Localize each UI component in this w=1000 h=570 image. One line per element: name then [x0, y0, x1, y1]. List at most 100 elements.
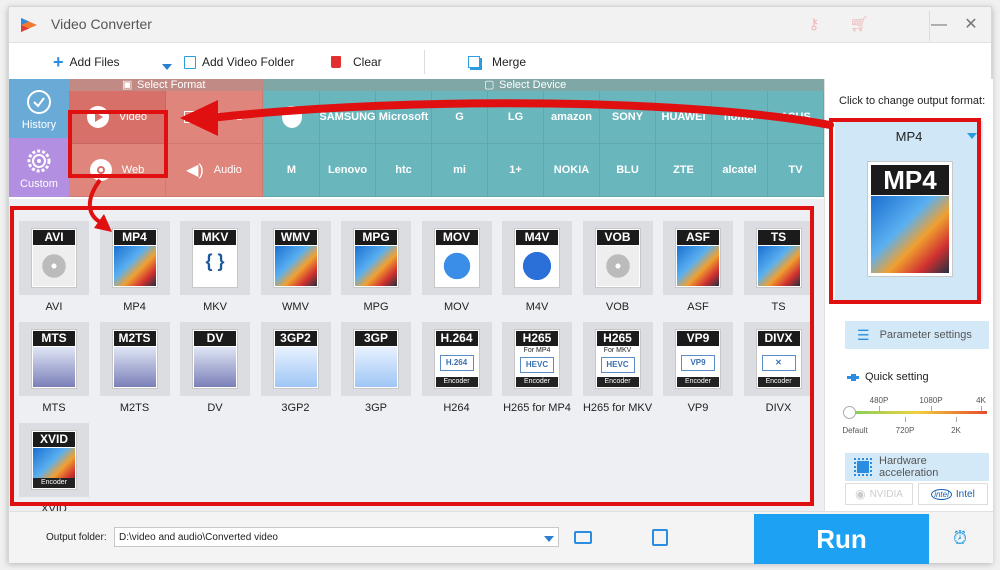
format-tab-audio[interactable]: ◀︎) Audio [166, 144, 263, 197]
history-clock-icon [27, 89, 51, 114]
chevron-down-icon[interactable] [967, 133, 977, 139]
format-item-3gp[interactable]: 3GP 3GP [341, 322, 411, 414]
format-item-wmv[interactable]: WMV WMV [260, 221, 331, 313]
device-huawei[interactable]: HUAWEI [656, 91, 712, 144]
output-folder-input[interactable] [114, 527, 559, 547]
device-lenovo[interactable]: Lenovo [320, 144, 376, 197]
mkv-format-icon: MKV{ } [192, 228, 238, 288]
mp4-format-icon: MP4 [111, 228, 158, 288]
codec-badge: H.264 [439, 355, 474, 371]
encoder-bar: Encoder [677, 377, 719, 387]
device-alcatel[interactable]: alcatel [712, 144, 768, 197]
play-icon [87, 106, 110, 128]
mts-format-icon: MTS [31, 329, 77, 389]
device-lg[interactable]: LG [488, 91, 544, 144]
close-button[interactable]: ✕ [959, 13, 983, 37]
device-htc[interactable]: htc [376, 144, 432, 197]
device-asus[interactable]: ASUS [768, 91, 824, 144]
select-format-area: ▣ Select Format Video 4K 4K/HD Web ◀︎) A… [69, 79, 264, 197]
merge-button[interactable]: Merge [468, 52, 526, 72]
format-subtitle: For MP4 [523, 347, 551, 354]
device-zte[interactable]: ZTE [656, 144, 712, 197]
format-tab-4k-hd[interactable]: 4K 4K/HD [166, 91, 263, 144]
format-item-m4v[interactable]: M4V M4V [502, 221, 572, 313]
format-item-m2ts[interactable]: M2TS M2TS [99, 322, 170, 414]
output-folder-dropdown-icon[interactable] [544, 536, 554, 542]
run-button[interactable]: Run [754, 514, 929, 564]
device-samsung[interactable]: SAMSUNG [319, 91, 376, 144]
device-xiaomi[interactable]: mi [432, 144, 488, 197]
nvidia-option[interactable]: ◉ NVIDIA [845, 483, 913, 505]
format-item-3gp2[interactable]: 3GP2 3GP2 [260, 322, 331, 414]
hardware-acceleration-button[interactable]: Hardware acceleration [845, 453, 989, 481]
open-folder-icon[interactable] [574, 531, 592, 544]
blu-logo: BLU [616, 164, 639, 176]
device-oneplus[interactable]: 1+ [488, 144, 544, 197]
format-item-mpg[interactable]: MPG MPG [341, 221, 411, 313]
amazon-logo: amazon [551, 111, 592, 123]
format-label: H264 [443, 402, 470, 414]
clear-button[interactable]: Clear [331, 52, 382, 72]
format-item-mkv[interactable]: MKV{ } MKV [180, 221, 250, 313]
app-window: Video Converter ⚷ 🛒︎ — ✕ + Add Files Add… [8, 6, 993, 564]
output-format-selector[interactable]: MP4 MP4 [835, 121, 983, 301]
format-item-mts[interactable]: MTS MTS [19, 322, 89, 414]
minimize-button[interactable]: — [927, 13, 951, 37]
format-item-ts[interactable]: TS TS [743, 221, 814, 313]
format-tab-video[interactable]: Video [69, 91, 166, 144]
format-tag: XVID [33, 432, 75, 447]
custom-tab[interactable]: Custom [9, 138, 69, 197]
device-microsoft[interactable]: Microsoft [376, 91, 432, 144]
video-folder-icon[interactable] [652, 529, 668, 546]
device-google[interactable]: G [432, 91, 488, 144]
add-video-folder-button[interactable]: Add Video Folder [184, 52, 295, 72]
intel-option[interactable]: intel Intel [918, 483, 988, 505]
alarm-clock-icon[interactable]: ⏰︎ [949, 527, 971, 549]
cart-icon[interactable]: 🛒︎ [849, 15, 869, 35]
format-tag: H265 [596, 331, 639, 346]
quality-slider-knob[interactable] [843, 406, 856, 419]
history-tab[interactable]: History [9, 79, 69, 138]
key-icon[interactable]: ⚷ [804, 15, 824, 35]
tick-mark [956, 417, 957, 422]
parameter-settings-button[interactable]: ☰ Parameter settings [845, 321, 989, 349]
device-sony[interactable]: SONY [600, 91, 656, 144]
format-label: VOB [605, 301, 630, 313]
device-honor[interactable]: honor [712, 91, 768, 144]
format-thumbnail: MOV [421, 221, 492, 295]
format-label: MTS [42, 402, 66, 414]
format-item-mov[interactable]: MOV MOV [421, 221, 492, 313]
format-item-avi[interactable]: AVI AVI [19, 221, 89, 313]
tick-4k: 4K [976, 396, 986, 405]
quality-slider[interactable] [843, 406, 987, 419]
device-blu[interactable]: BLU [600, 144, 656, 197]
xiaomi-logo: mi [453, 164, 466, 176]
format-item-vp9[interactable]: VP9 VP9 Encoder VP9 [663, 322, 733, 414]
add-video-folder-label: Add Video Folder [202, 55, 295, 69]
device-apple[interactable] [264, 91, 320, 144]
format-item-xvid[interactable]: XVID Encoder XVID [19, 423, 89, 515]
format-item-dv[interactable]: DV DV [180, 322, 250, 414]
format-item-h264[interactable]: H.264 H.264 Encoder H264 [421, 322, 492, 414]
device-motorola[interactable]: M [264, 144, 320, 197]
format-tab-web[interactable]: Web [69, 144, 166, 197]
format-tag: MP4 [113, 230, 156, 245]
3gp2-format-icon: 3GP2 [272, 329, 319, 389]
format-item-mp4[interactable]: MP4 MP4 [99, 221, 170, 313]
format-item-divx[interactable]: DIVX ✕ Encoder DIVX [743, 322, 814, 414]
format-tag: ASF [677, 230, 719, 245]
device-icon: ▢ [484, 79, 495, 91]
format-thumbnail: M2TS [99, 322, 170, 396]
codec-badge: ✕ [761, 355, 796, 371]
format-item-h265-for-mkv[interactable]: H265 For MKV HEVC Encoder H265 for MKV [582, 322, 653, 414]
clear-label: Clear [353, 55, 382, 69]
device-amazon[interactable]: amazon [544, 91, 600, 144]
add-files-button[interactable]: + Add Files [53, 52, 120, 72]
format-item-asf[interactable]: ASF ASF [663, 221, 733, 313]
add-files-dropdown-icon[interactable] [162, 64, 172, 70]
device-tv[interactable]: TV [768, 144, 824, 197]
format-item-vob[interactable]: VOB VOB [582, 221, 653, 313]
format-thumbnail: H265 For MP4 HEVC Encoder [502, 322, 572, 396]
device-nokia[interactable]: NOKIA [544, 144, 600, 197]
format-item-h265-for-mp4[interactable]: H265 For MP4 HEVC Encoder H265 for MP4 [502, 322, 572, 414]
